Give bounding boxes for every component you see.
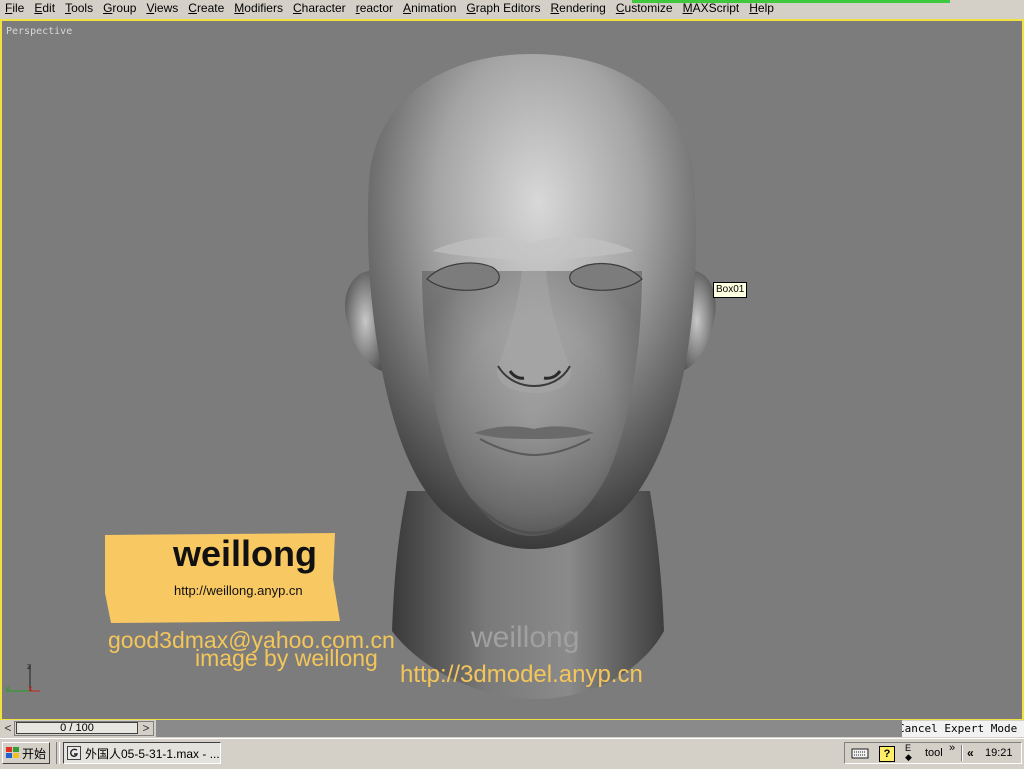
axis-y-label: y [5,684,10,693]
menu-rendering[interactable]: Rendering [545,0,610,17]
keyboard-icon[interactable] [851,746,869,760]
watermark-model-url: http://3dmodel.anyp.cn [400,661,643,688]
start-label: 开始 [22,746,47,761]
cancel-expert-mode-button[interactable]: Cancel Expert Mode [902,721,1024,737]
sticker-brand-text: weillong [173,533,317,574]
menu-edit[interactable]: Edit [29,0,60,17]
time-prev-button[interactable]: < [2,721,14,736]
axis-z-label: z [27,662,31,671]
watermark-center: weillong [471,621,580,654]
title-progress-strip [632,0,950,3]
tray-tool-label[interactable]: tool [925,747,943,759]
track-bar[interactable] [156,720,902,737]
clock[interactable]: 19:21 [985,747,1013,759]
taskbar-separator [56,742,60,764]
system-tray: ? E ◆ tool » « 19:21 [844,742,1022,764]
time-next-button[interactable]: > [140,721,152,736]
time-slider-bar: < 0 / 100 > Cancel Expert Mode [0,720,1024,738]
menu-graph-editors[interactable]: Graph Editors [461,0,545,17]
tray-separator [961,745,963,761]
help-icon[interactable]: ? [879,746,895,762]
sticker-url-text: http://weillong.anyp.cn [174,583,303,598]
start-button[interactable]: 开始 [2,742,50,764]
ime-indicator[interactable]: E ◆ [905,744,912,762]
menu-group[interactable]: Group [98,0,141,17]
windows-taskbar: 开始 外国人05-5-31-1.max - ... ? E ◆ tool » « … [0,738,1024,769]
menu-animation[interactable]: Animation [398,0,461,17]
menu-tools[interactable]: Tools [60,0,98,17]
tray-expand-icon[interactable]: » [949,742,955,754]
menu-modifiers[interactable]: Modifiers [229,0,288,17]
time-slider-thumb[interactable]: 0 / 100 [16,722,138,734]
menu-reactor[interactable]: reactor [351,0,398,17]
menu-file[interactable]: File [0,0,29,17]
task-title: 外国人05-5-31-1.max - ... [85,746,220,761]
3dsmax-app-icon [67,746,81,760]
tray-collapse-icon[interactable]: « [967,746,974,760]
task-button-3dsmax[interactable]: 外国人05-5-31-1.max - ... [63,742,221,764]
menu-views[interactable]: Views [141,0,183,17]
menu-create[interactable]: Create [183,0,229,17]
perspective-viewport[interactable]: Perspective Box01 weillong http://weillo… [0,19,1024,721]
axis-x-label: x [28,684,33,693]
object-tooltip: Box01 [713,282,748,298]
windows-logo-icon [6,747,19,758]
watermark-byline: image by weillong [195,645,378,671]
axis-tripod-icon: z x y [5,662,40,693]
menu-character[interactable]: Character [288,0,351,17]
